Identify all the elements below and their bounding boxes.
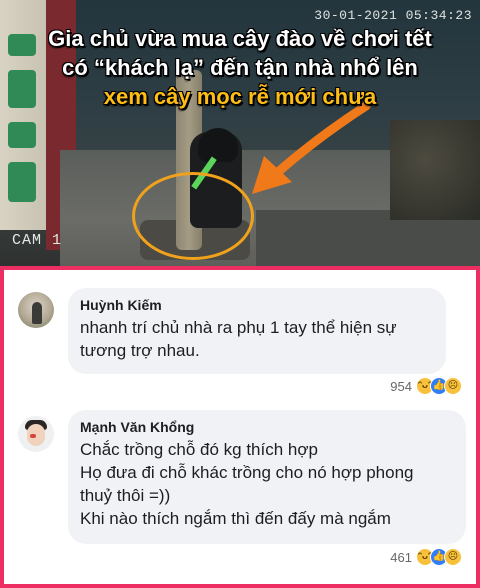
camera-label: CAM 1 bbox=[12, 232, 63, 249]
cctv-frame: 30-01-2021 05:34:23 CAM 1 Gia chủ vừa mu… bbox=[0, 0, 480, 266]
sad-icon: ☹ bbox=[444, 377, 462, 395]
comment-author[interactable]: Mạnh Văn Khổng bbox=[80, 418, 454, 436]
comment-text: Chắc trồng chỗ đó kg thích hợp Họ đưa đi… bbox=[80, 440, 414, 528]
highlight-circle bbox=[132, 172, 254, 260]
comment-author[interactable]: Huỳnh Kiếm bbox=[80, 296, 434, 314]
reaction-summary[interactable]: 954 ᵔᴗᵔ 👍 ☹ bbox=[390, 377, 462, 395]
headline-line-3: xem cây mọc rễ mới chưa bbox=[103, 84, 377, 109]
comment-bubble: Huỳnh Kiếm nhanh trí chủ nhà ra phụ 1 ta… bbox=[68, 288, 446, 374]
comments-panel: Huỳnh Kiếm nhanh trí chủ nhà ra phụ 1 ta… bbox=[0, 266, 480, 588]
timestamp: 30-01-2021 05:34:23 bbox=[314, 8, 472, 23]
headline: Gia chủ vừa mua cây đào về chơi tết có “… bbox=[0, 24, 480, 111]
reaction-summary[interactable]: 461 ᵔᴗᵔ 👍 ☹ bbox=[390, 548, 462, 566]
commenter-avatar[interactable] bbox=[18, 416, 54, 452]
commenter-avatar[interactable] bbox=[18, 292, 54, 328]
helmet bbox=[198, 128, 238, 162]
reaction-count: 954 bbox=[390, 378, 412, 394]
comment-text: nhanh trí chủ nhà ra phụ 1 tay thể hiện … bbox=[80, 318, 397, 360]
arrow-icon bbox=[252, 101, 371, 194]
meme-post: 30-01-2021 05:34:23 CAM 1 Gia chủ vừa mu… bbox=[0, 0, 480, 588]
comment-bubble: Mạnh Văn Khổng Chắc trồng chỗ đó kg thíc… bbox=[68, 410, 466, 544]
sad-icon: ☹ bbox=[444, 548, 462, 566]
headline-line-2: có “khách lạ” đến tận nhà nhổ lên bbox=[62, 55, 418, 80]
reaction-count: 461 bbox=[390, 549, 412, 565]
headline-line-1: Gia chủ vừa mua cây đào về chơi tết bbox=[48, 26, 432, 51]
